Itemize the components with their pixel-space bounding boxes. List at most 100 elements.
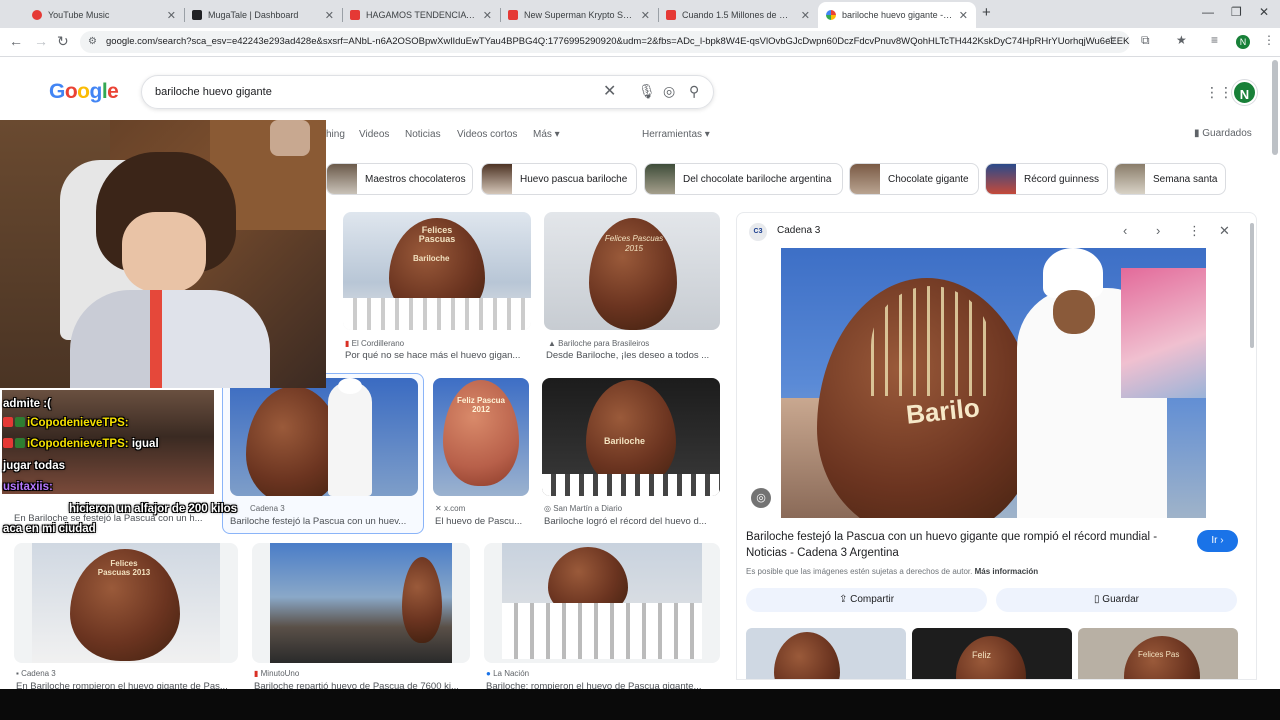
preview-title[interactable]: Bariloche festejó la Pascua con un huevo… bbox=[746, 529, 1186, 561]
browser-tab[interactable]: YouTube Music ✕ bbox=[24, 2, 184, 28]
share-button[interactable]: ⇪ Compartir bbox=[746, 588, 987, 612]
result-thumbnail[interactable]: Feliz Pascua 2012 bbox=[433, 378, 529, 496]
lens-search-icon[interactable]: ◎ bbox=[751, 488, 771, 508]
related-image[interactable] bbox=[746, 628, 906, 679]
chip-thumbnail bbox=[482, 164, 512, 194]
browser-tab[interactable]: HAGAMOS TENDENCIA - YouTube ✕ bbox=[342, 2, 500, 28]
bookmark-star-icon[interactable]: ☆ bbox=[1106, 33, 1117, 47]
chip-huevo-pascua[interactable]: Huevo pascua bariloche bbox=[481, 163, 637, 195]
copyright-notice: Es posible que las imágenes estén sujeta… bbox=[746, 567, 1039, 576]
tab-images[interactable]: hing bbox=[326, 129, 345, 140]
tab-more[interactable]: Más ▾ bbox=[533, 129, 560, 140]
forward-icon[interactable]: → bbox=[34, 33, 48, 49]
close-tab-icon[interactable]: ✕ bbox=[959, 9, 968, 22]
browser-tab[interactable]: New Superman Krypto Scene (F ✕ bbox=[500, 2, 658, 28]
chat-message: usitaxiis: bbox=[3, 481, 53, 493]
result-source: ▪ Cadena 3 bbox=[16, 669, 56, 678]
result-caption[interactable]: Por qué no se hace más el huevo gigan... bbox=[345, 350, 531, 361]
close-preview-icon[interactable]: ✕ bbox=[1219, 223, 1230, 239]
microphone-icon[interactable]: 🎙 bbox=[638, 83, 656, 100]
next-icon[interactable]: › bbox=[1156, 223, 1160, 238]
more-options-icon[interactable]: ⋮ bbox=[1188, 223, 1201, 239]
result-thumbnail[interactable] bbox=[484, 543, 720, 663]
result-caption[interactable]: Bariloche logró el récord del huevo d... bbox=[544, 516, 720, 527]
chat-message: admite :( bbox=[3, 398, 51, 410]
tab-title: New Superman Krypto Scene (F bbox=[524, 10, 635, 20]
new-tab-icon[interactable]: + bbox=[982, 4, 991, 21]
back-icon[interactable]: ← bbox=[9, 33, 23, 49]
result-thumbnail[interactable]: Felices Pascuas 2015 bbox=[544, 212, 720, 330]
close-tab-icon[interactable]: ✕ bbox=[483, 9, 492, 22]
result-thumbnail[interactable]: Felices Pascuas 2013 bbox=[14, 543, 238, 663]
chat-message: iCopodenieveTPS: bbox=[3, 417, 129, 429]
result-thumbnail[interactable] bbox=[230, 378, 418, 496]
chip-label: Huevo pascua bariloche bbox=[520, 173, 628, 185]
result-caption[interactable]: El huevo de Pascu... bbox=[435, 516, 527, 527]
browser-tab[interactable]: MugaTale | Dashboard ✕ bbox=[184, 2, 342, 28]
browser-tab[interactable]: Cuando 1.5 Millones de Globos ✕ bbox=[658, 2, 818, 28]
saved-label: Guardados bbox=[1202, 128, 1252, 139]
previous-icon[interactable]: ‹ bbox=[1123, 223, 1127, 238]
search-input[interactable]: bariloche huevo gigante bbox=[155, 86, 272, 98]
chip-del-chocolate[interactable]: Del chocolate bariloche argentina bbox=[644, 163, 843, 195]
save-button[interactable]: ▯ Guardar bbox=[996, 588, 1237, 612]
close-tab-icon[interactable]: ✕ bbox=[167, 9, 176, 22]
webcam-overlay bbox=[0, 120, 326, 388]
panel-scrollbar[interactable] bbox=[1250, 223, 1254, 348]
restore-icon[interactable]: ❐ bbox=[1231, 5, 1242, 19]
media-controls-icon[interactable]: ≡ bbox=[1211, 33, 1218, 47]
chip-chocolate-gigante[interactable]: Chocolate gigante bbox=[849, 163, 979, 195]
chat-message: aca en mi ciudad bbox=[3, 523, 96, 535]
google-logo[interactable]: Google bbox=[49, 80, 119, 104]
tab-videos[interactable]: Videos bbox=[359, 129, 389, 140]
egg-text: Bariloche bbox=[413, 254, 450, 263]
preview-source[interactable]: Cadena 3 bbox=[777, 225, 820, 236]
reload-icon[interactable]: ↻ bbox=[57, 33, 69, 50]
result-thumbnail[interactable] bbox=[252, 543, 470, 663]
browser-toolbar: ← → ↻ ⚙ google.com/search?sca_esv=e42243… bbox=[0, 28, 1280, 57]
menu-kebab-icon[interactable]: ⋮ bbox=[1263, 33, 1275, 47]
account-avatar[interactable]: N bbox=[1232, 80, 1257, 105]
chip-maestros[interactable]: Maestros chocolateros bbox=[326, 163, 473, 195]
close-tab-icon[interactable]: ✕ bbox=[325, 9, 334, 22]
related-image[interactable]: Felices Pas bbox=[1078, 628, 1238, 679]
result-thumbnail[interactable]: Felices Pascuas Bariloche bbox=[343, 212, 531, 330]
page-scrollbar[interactable] bbox=[1272, 60, 1278, 155]
result-caption[interactable]: Bariloche festejó la Pascua con un huev.… bbox=[230, 516, 414, 527]
site-info-icon[interactable]: ⚙ bbox=[88, 31, 97, 53]
result-caption[interactable]: En Bariloche se festejó la Pascua con un… bbox=[14, 513, 220, 524]
browser-tab-active[interactable]: bariloche huevo gigante - Busc ✕ bbox=[818, 2, 976, 28]
result-thumbnail[interactable]: Bariloche bbox=[542, 378, 720, 496]
search-box[interactable]: bariloche huevo gigante ✕ 🎙 ◎ ⚲ bbox=[141, 75, 714, 109]
result-caption[interactable]: Desde Bariloche, ¡les deseo a todos ... bbox=[546, 350, 722, 361]
more-info-link[interactable]: Más información bbox=[975, 567, 1039, 576]
chip-semana-santa[interactable]: Semana santa bbox=[1114, 163, 1226, 195]
result-source: ▮ El Cordillerano bbox=[345, 339, 405, 348]
preview-image[interactable]: Barilo bbox=[781, 248, 1206, 518]
visit-button[interactable]: Ir › bbox=[1197, 530, 1238, 552]
egg-text: Felices Pas bbox=[1138, 650, 1180, 659]
tab-title: Cuando 1.5 Millones de Globos bbox=[682, 10, 795, 20]
clear-icon[interactable]: ✕ bbox=[603, 81, 616, 101]
close-tab-icon[interactable]: ✕ bbox=[801, 9, 810, 22]
search-icon[interactable]: ⚲ bbox=[689, 83, 699, 100]
lens-icon[interactable]: ◎ bbox=[663, 83, 675, 100]
close-window-icon[interactable]: ✕ bbox=[1259, 5, 1269, 19]
extensions-icon[interactable]: ⧉ bbox=[1141, 33, 1150, 48]
tools-button[interactable]: Herramientas ▾ bbox=[642, 129, 710, 140]
profile-avatar[interactable]: N bbox=[1236, 35, 1250, 49]
tab-news[interactable]: Noticias bbox=[405, 129, 441, 140]
minimize-icon[interactable]: — bbox=[1202, 5, 1214, 19]
chip-thumbnail bbox=[1115, 164, 1145, 194]
chip-record-guinness[interactable]: Récord guinness bbox=[985, 163, 1108, 195]
result-source: ✕ x.com bbox=[435, 504, 466, 513]
related-image[interactable]: Feliz bbox=[912, 628, 1072, 679]
saved-button[interactable]: ▮ Guardados bbox=[1194, 128, 1252, 139]
youtube-icon bbox=[350, 10, 360, 20]
close-tab-icon[interactable]: ✕ bbox=[641, 9, 650, 22]
bookmark-icon[interactable]: ★ bbox=[1176, 33, 1187, 47]
tab-short-videos[interactable]: Videos cortos bbox=[457, 129, 517, 140]
address-bar[interactable]: ⚙ google.com/search?sca_esv=e42243e293ad… bbox=[80, 31, 1130, 53]
egg-text: Felices Pascuas 2013 bbox=[97, 559, 151, 577]
result-source: Cadena 3 bbox=[250, 504, 285, 513]
